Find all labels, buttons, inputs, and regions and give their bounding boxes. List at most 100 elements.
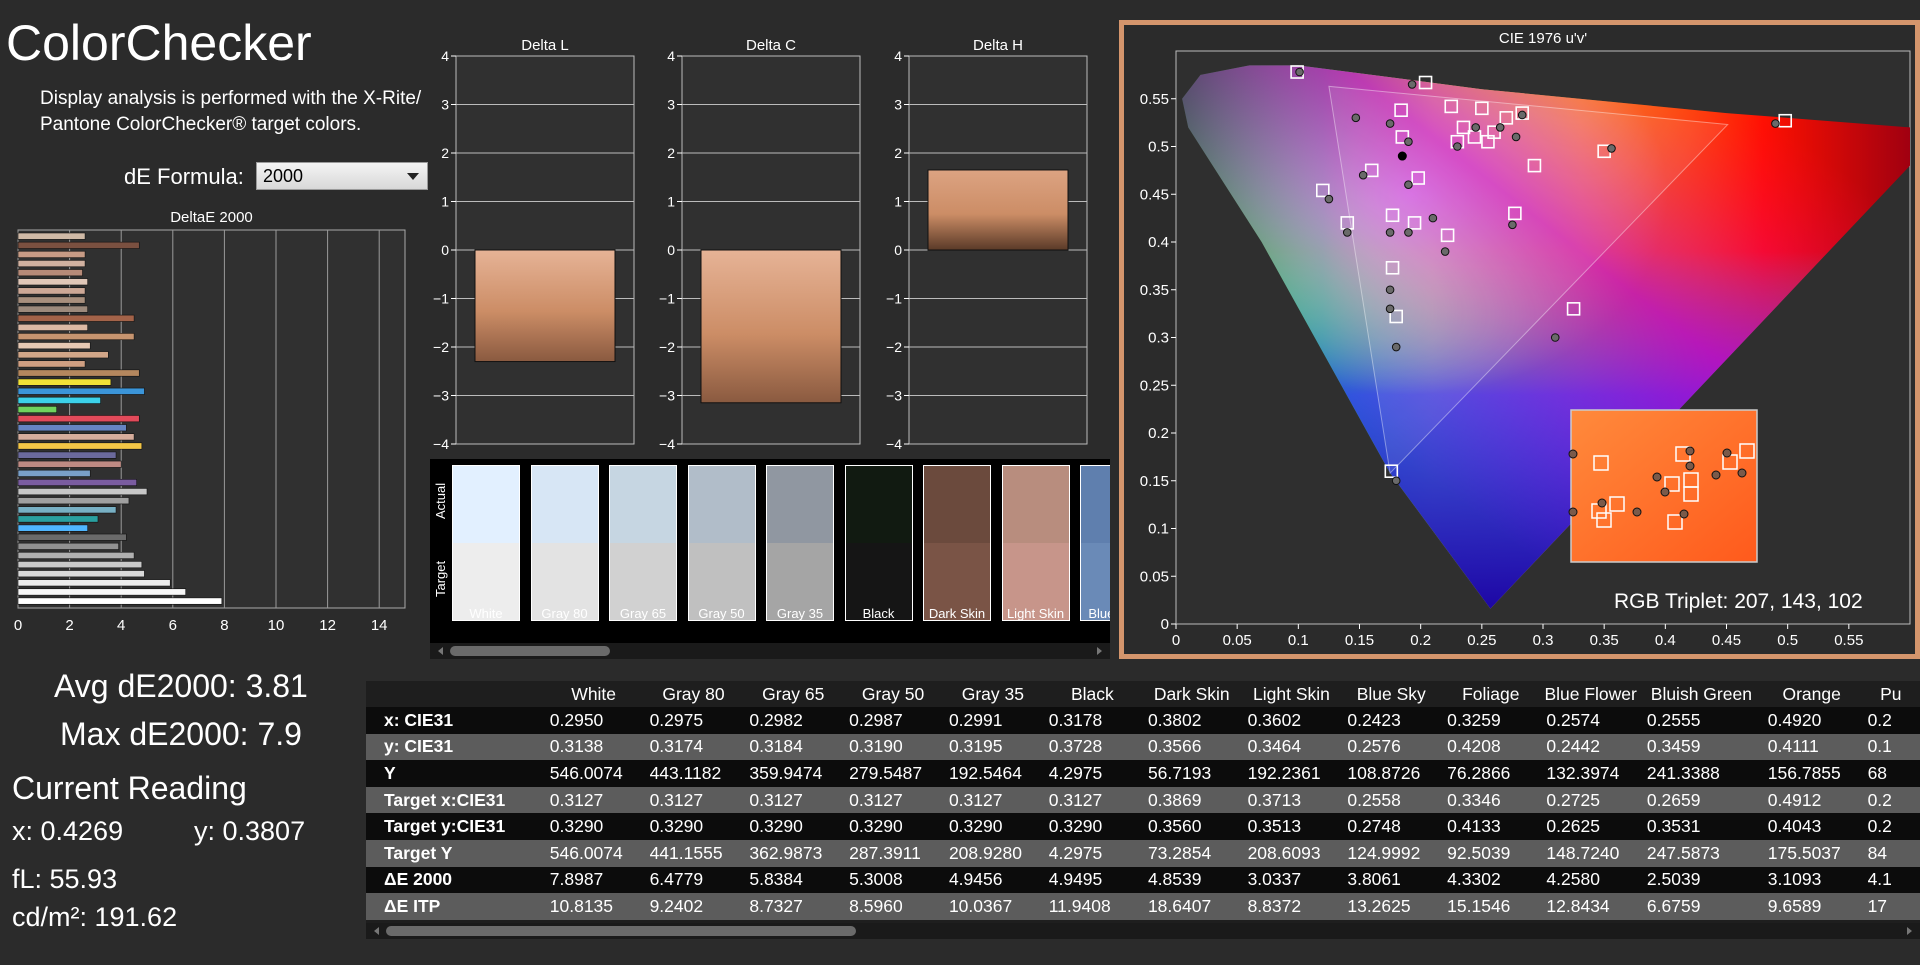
actual-marker <box>1771 119 1780 128</box>
table-cell: 546.0074 <box>543 760 644 787</box>
swatch-label: Gray 35 <box>776 606 824 621</box>
inset-actual <box>1737 468 1747 478</box>
table-cell: 0.2748 <box>1341 813 1442 840</box>
table-cell: 8.5960 <box>843 893 943 920</box>
table-cell: 0.2 <box>1861 707 1920 734</box>
chevron-down-icon[interactable] <box>407 173 419 180</box>
table-cell: 0.3459 <box>1640 733 1762 761</box>
table-cell: 9.2402 <box>643 893 744 920</box>
tick-label: 0.05 <box>1223 632 1252 649</box>
tick-label: 0.5 <box>1777 632 1798 649</box>
bar <box>17 305 88 313</box>
swatch-scrollbar[interactable] <box>430 643 1110 659</box>
table-cell: 0.2659 <box>1640 786 1762 814</box>
actual-marker <box>1295 67 1304 77</box>
table-cell: 0.3127 <box>942 786 1043 814</box>
table-cell: 0.3127 <box>843 786 943 814</box>
tick-label: 0 <box>441 242 449 258</box>
swatch-actual <box>1081 466 1110 543</box>
swatch-label: Gray 65 <box>619 606 667 621</box>
tick-label: −3 <box>433 388 449 404</box>
swatch-white <box>452 465 520 621</box>
table-cell: 0.3464 <box>1241 733 1342 761</box>
scroll-left-icon[interactable] <box>374 927 379 935</box>
swatch-actual <box>688 466 755 543</box>
table-cell: 0.3713 <box>1241 786 1342 814</box>
tick-label: 0.15 <box>1345 632 1374 649</box>
max-de: Max dE2000: 7.9 <box>60 716 302 752</box>
table-cell: 10.8135 <box>543 893 644 920</box>
column-header: Foliage <box>1462 683 1520 704</box>
table-cell: 18.6407 <box>1141 893 1242 920</box>
actual-marker <box>1358 170 1368 180</box>
column-header: Gray 50 <box>861 683 925 704</box>
bar <box>17 278 88 286</box>
tick-label: 0 <box>894 242 902 258</box>
column-header: Bluish Green <box>1650 683 1752 704</box>
table-cell: 4.2975 <box>1042 760 1142 787</box>
table-cell: 0.4912 <box>1761 786 1862 814</box>
table-cell: 0.3127 <box>1042 786 1142 814</box>
row-label: Target y:CIE31 <box>366 813 544 840</box>
table-cell: 0.3346 <box>1441 786 1541 814</box>
tick-label: 0.4 <box>1148 234 1169 251</box>
row-label: y: CIE31 <box>366 733 544 761</box>
bar <box>17 579 171 587</box>
table-cell: 0.4133 <box>1441 813 1541 840</box>
scroll-thumb[interactable] <box>450 646 610 656</box>
scroll-thumb[interactable] <box>386 926 856 936</box>
table-cell: 0.2982 <box>743 707 844 734</box>
tick-label: 3 <box>894 97 902 113</box>
column-header: White <box>571 683 617 704</box>
bar <box>17 533 127 541</box>
table-cell: 11.9408 <box>1042 893 1142 920</box>
inset-actual <box>1679 509 1689 519</box>
table-cell: 68 <box>1861 760 1920 787</box>
scroll-right-icon[interactable] <box>1097 647 1102 655</box>
actual-marker <box>1607 144 1616 153</box>
delta-bar <box>474 249 616 363</box>
actual-marker <box>1511 132 1521 142</box>
bar <box>17 296 86 304</box>
table-cell: 132.3974 <box>1540 760 1641 787</box>
app-title: ColorChecker <box>6 15 312 71</box>
bar <box>17 360 86 368</box>
actual-marker <box>1517 110 1527 120</box>
table-scrollbar[interactable] <box>366 923 1920 939</box>
swatch-strip: Actual Target White Gray 80 Gray 65 Gray 50… <box>430 459 1110 659</box>
table-cell: 0.4111 <box>1761 733 1862 761</box>
bar <box>17 597 223 605</box>
table-row: Target Y 546.0074 441.1555 362.9873 287.3911… <box>366 839 1920 867</box>
tick-label: −4 <box>886 436 902 452</box>
table-cell: 441.1555 <box>643 839 744 867</box>
tick-label: 10 <box>268 617 285 634</box>
column-header: Gray 65 <box>762 683 825 704</box>
bar <box>17 232 86 240</box>
table-cell: 0.3290 <box>543 813 644 840</box>
inset-actual <box>1632 507 1642 517</box>
bar <box>17 542 119 550</box>
actual-marker <box>1385 285 1395 295</box>
table-cell: 362.9873 <box>743 839 844 867</box>
tick-label: 4 <box>441 48 449 64</box>
de-formula-select[interactable]: 2000 <box>256 162 428 190</box>
tick-label: −3 <box>886 388 902 404</box>
column-header: Gray 35 <box>961 683 1024 704</box>
bar <box>17 378 112 386</box>
bar <box>17 506 117 514</box>
bar <box>17 314 135 322</box>
scroll-left-icon[interactable] <box>438 647 443 655</box>
table-cell: 108.8726 <box>1341 760 1442 787</box>
current-reading-title: Current Reading <box>12 770 247 806</box>
table-cell: 208.6093 <box>1241 839 1342 867</box>
actual-marker <box>1407 80 1417 89</box>
bar <box>17 351 109 359</box>
description-text: Display analysis is performed with the X… <box>40 88 422 135</box>
swatch-label: Gray 80 <box>541 606 588 621</box>
row-label: x: CIE31 <box>366 707 544 734</box>
tick-label: 2 <box>65 617 73 634</box>
bar <box>17 442 143 450</box>
scroll-right-icon[interactable] <box>1907 927 1912 935</box>
actual-marker <box>1342 228 1352 237</box>
table-cell: 0.3195 <box>942 733 1043 761</box>
